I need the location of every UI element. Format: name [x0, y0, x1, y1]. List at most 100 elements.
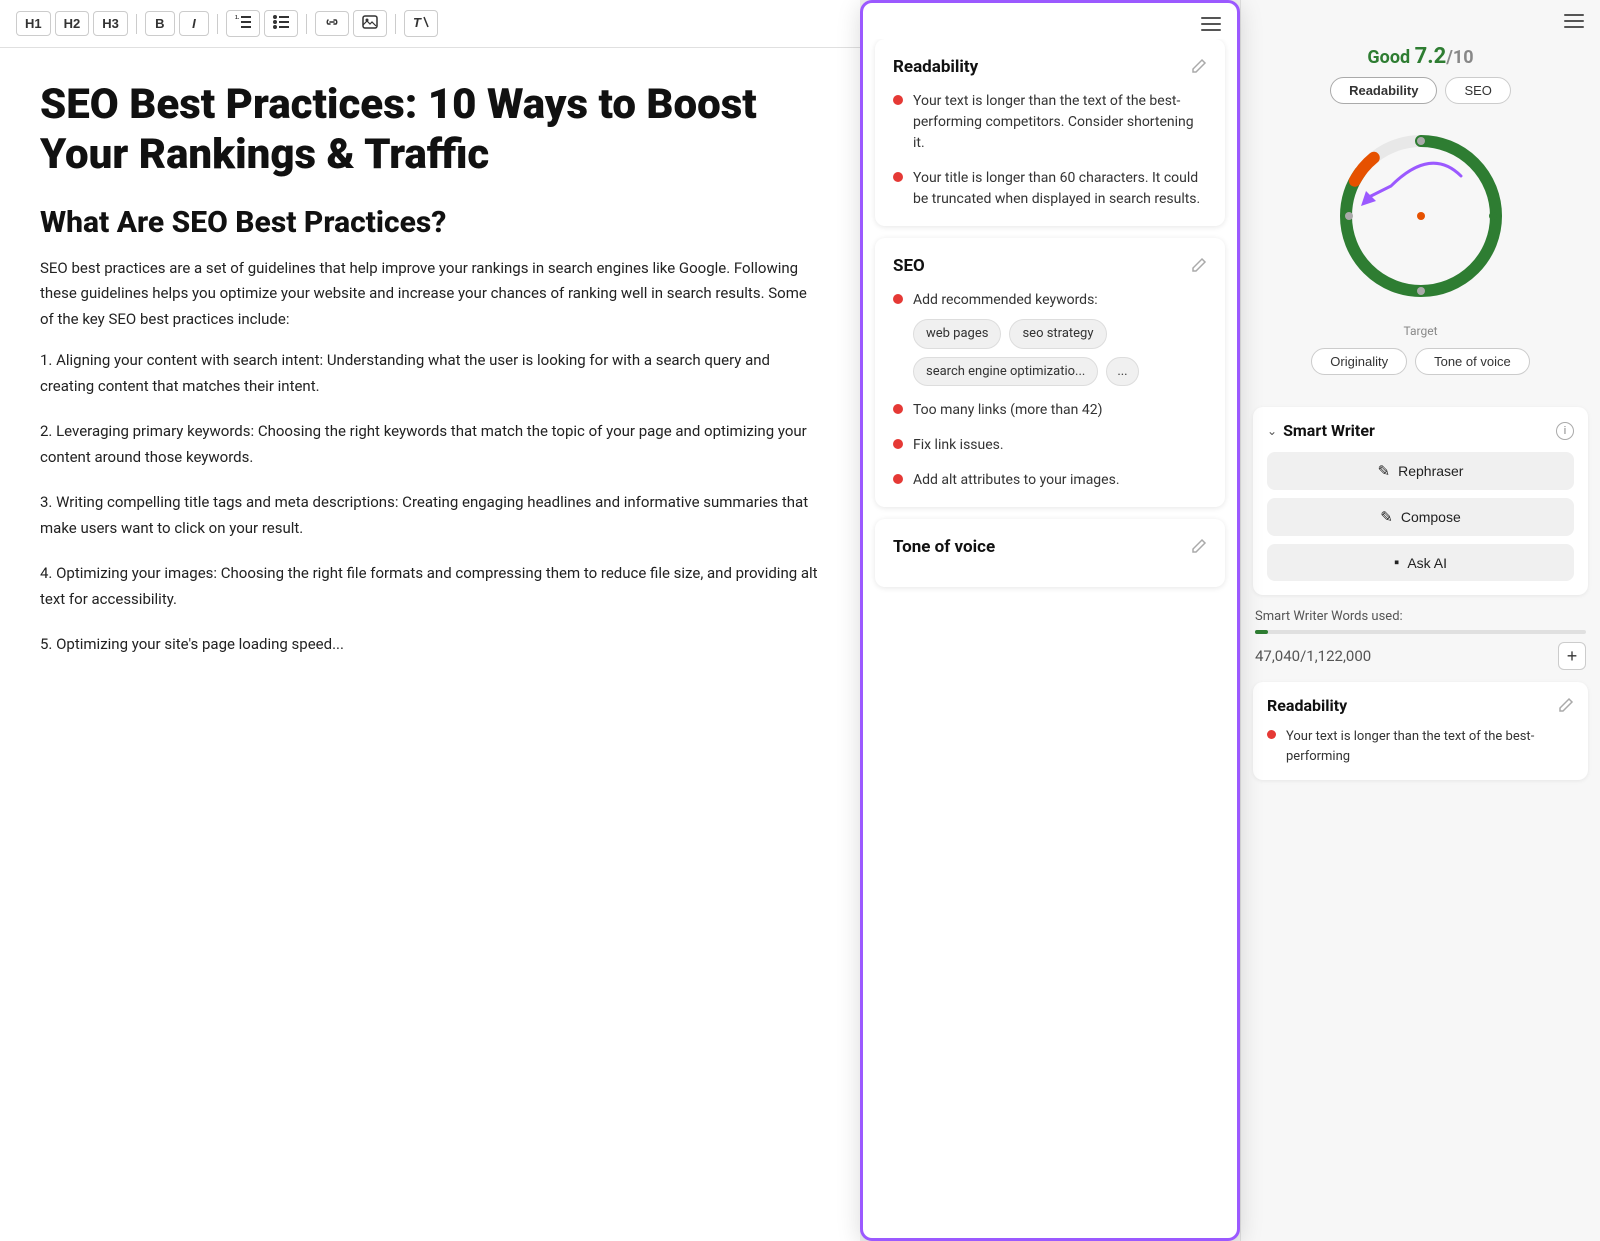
h1-button[interactable]: H1 — [16, 11, 51, 36]
words-used-label: Smart Writer Words used: — [1255, 609, 1586, 624]
rephraser-icon: ✎ — [1378, 462, 1391, 480]
readability-title: Readability — [893, 57, 978, 77]
paragraph-3: 2. Leveraging primary keywords: Choosing… — [40, 419, 820, 470]
words-used-section: Smart Writer Words used: 47,040/1,122,00… — [1241, 603, 1600, 674]
seo-bullet-dot-3 — [893, 439, 903, 449]
ask-ai-label: Ask AI — [1407, 555, 1447, 571]
paragraph-2: 1. Aligning your content with search int… — [40, 348, 820, 399]
paragraph-1: SEO best practices are a set of guidelin… — [40, 256, 820, 333]
editor-content[interactable]: SEO Best Practices: 10 Ways to Boost You… — [0, 48, 860, 1241]
ask-ai-icon: ▪ — [1394, 554, 1399, 571]
clear-format-button[interactable]: T — [404, 10, 438, 37]
rephraser-label: Rephraser — [1398, 463, 1463, 479]
toolbar-divider-3 — [306, 14, 307, 34]
unordered-list-button[interactable] — [264, 10, 298, 37]
sw-info-icon[interactable]: i — [1556, 422, 1574, 440]
seo-bullet-alt-text: Add alt attributes to your images. — [913, 470, 1120, 491]
readability-card-header: Readability — [893, 57, 1207, 77]
right-readability-header: Readability — [1267, 696, 1574, 715]
seo-card: SEO Add recommended keywords: web pages … — [875, 238, 1225, 507]
keywords-wrap: web pages seo strategy search engine opt… — [913, 319, 1207, 386]
seo-bullet-dot-1 — [893, 294, 903, 304]
compose-icon: ✎ — [1380, 508, 1393, 526]
words-count-total: /1,122,000 — [1300, 647, 1371, 665]
right-panel: Good 7.2/10 Readability SEO — [1240, 0, 1600, 1241]
tab-readability[interactable]: Readability — [1330, 77, 1437, 104]
link-button[interactable] — [315, 11, 349, 36]
words-count-number: 47,040 — [1255, 647, 1300, 665]
paragraph-5: 4. Optimizing your images: Choosing the … — [40, 561, 820, 612]
right-readability-bullet: Your text is longer than the text of the… — [1267, 727, 1574, 766]
tab-seo[interactable]: SEO — [1445, 77, 1510, 104]
score-total: /10 — [1446, 47, 1473, 68]
keyword-more-chip[interactable]: ... — [1106, 357, 1138, 387]
seo-bullets: Add recommended keywords: web pages seo … — [893, 290, 1207, 491]
rephraser-button[interactable]: ✎ Rephraser — [1267, 452, 1574, 490]
seo-card-header: SEO — [893, 256, 1207, 276]
article-title: SEO Best Practices: 10 Ways to Boost You… — [40, 80, 820, 181]
smart-writer-section: ⌄ Smart Writer i ✎ Rephraser ✎ Compose ▪… — [1253, 407, 1588, 595]
words-progress-bar — [1255, 630, 1586, 634]
right-panel-menu-icon[interactable] — [1564, 14, 1584, 28]
keyword-chip-1[interactable]: web pages — [913, 319, 1001, 349]
image-button[interactable] — [353, 10, 387, 37]
smart-writer-buttons: ✎ Rephraser ✎ Compose ▪ Ask AI — [1267, 452, 1574, 581]
seo-title: SEO — [893, 256, 925, 276]
score-label: Good 7.2/10 — [1367, 44, 1473, 69]
donut-chart — [1321, 116, 1521, 316]
seo-keywords-container: Add recommended keywords: web pages seo … — [913, 290, 1207, 386]
bold-button[interactable]: B — [145, 11, 175, 36]
bullet-dot-2 — [893, 172, 903, 182]
paragraph-4: 3. Writing compelling title tags and met… — [40, 490, 820, 541]
h3-button[interactable]: H3 — [93, 11, 128, 36]
score-tabs-top: Readability SEO — [1257, 77, 1584, 104]
center-panel-body[interactable]: Readability Your text is longer than the… — [863, 39, 1237, 1238]
compose-button[interactable]: ✎ Compose — [1267, 498, 1574, 536]
seo-bullet-dot-2 — [893, 404, 903, 414]
score-section: Good 7.2/10 Readability SEO — [1241, 36, 1600, 399]
score-value: 7.2 — [1415, 44, 1447, 69]
toolbar-divider-1 — [136, 14, 137, 34]
tab-tone-of-voice[interactable]: Tone of voice — [1415, 348, 1530, 375]
paragraph-6: 5. Optimizing your site's page loading s… — [40, 632, 820, 658]
keyword-chip-3[interactable]: search engine optimizatio... — [913, 357, 1098, 387]
smart-writer-header: ⌄ Smart Writer i — [1267, 421, 1574, 440]
seo-bullet-fix-links: Fix link issues. — [893, 435, 1207, 456]
right-readability-section: Readability Your text is longer than the… — [1253, 682, 1588, 780]
article-heading2: What Are SEO Best Practices? — [40, 205, 820, 240]
readability-bullets: Your text is longer than the text of the… — [893, 91, 1207, 210]
tone-of-voice-card-header: Tone of voice — [893, 537, 1207, 557]
readability-edit-icon[interactable] — [1189, 58, 1207, 76]
words-progress-fill — [1255, 630, 1268, 634]
tone-edit-icon[interactable] — [1189, 538, 1207, 556]
right-readability-bullet-text: Your text is longer than the text of the… — [1286, 727, 1574, 766]
tab-originality[interactable]: Originality — [1311, 348, 1407, 375]
sw-chevron-icon: ⌄ — [1267, 424, 1277, 438]
words-count-row: 47,040/1,122,000 + — [1255, 642, 1586, 670]
score-good-text: Good — [1367, 47, 1410, 68]
seo-bullet-keywords: Add recommended keywords: web pages seo … — [893, 290, 1207, 386]
readability-card: Readability Your text is longer than the… — [875, 39, 1225, 226]
score-tabs-bottom: Originality Tone of voice — [1257, 348, 1584, 375]
seo-edit-icon[interactable] — [1189, 257, 1207, 275]
hamburger-menu-icon[interactable] — [1201, 17, 1221, 31]
right-panel-header — [1241, 0, 1600, 36]
svg-text:1.: 1. — [235, 15, 240, 21]
keyword-chip-2[interactable]: seo strategy — [1009, 319, 1106, 349]
target-label: Target — [1403, 324, 1437, 338]
smart-writer-title: Smart Writer — [1283, 421, 1550, 440]
h2-button[interactable]: H2 — [55, 11, 90, 36]
seo-keywords-label: Add recommended keywords: — [913, 292, 1098, 308]
ordered-list-button[interactable]: 1. — [226, 10, 260, 37]
add-words-button[interactable]: + — [1558, 642, 1586, 670]
italic-button[interactable]: I — [179, 11, 209, 36]
right-readability-edit-icon[interactable] — [1556, 697, 1574, 715]
readability-bullet-1-text: Your text is longer than the text of the… — [913, 91, 1207, 154]
bullet-dot-1 — [893, 95, 903, 105]
seo-bullet-dot-4 — [893, 474, 903, 484]
ask-ai-button[interactable]: ▪ Ask AI — [1267, 544, 1574, 581]
seo-bullet-links: Too many links (more than 42) — [893, 400, 1207, 421]
words-count-value: 47,040/1,122,000 — [1255, 647, 1371, 665]
tone-of-voice-card: Tone of voice — [875, 519, 1225, 587]
donut-svg — [1321, 116, 1521, 316]
